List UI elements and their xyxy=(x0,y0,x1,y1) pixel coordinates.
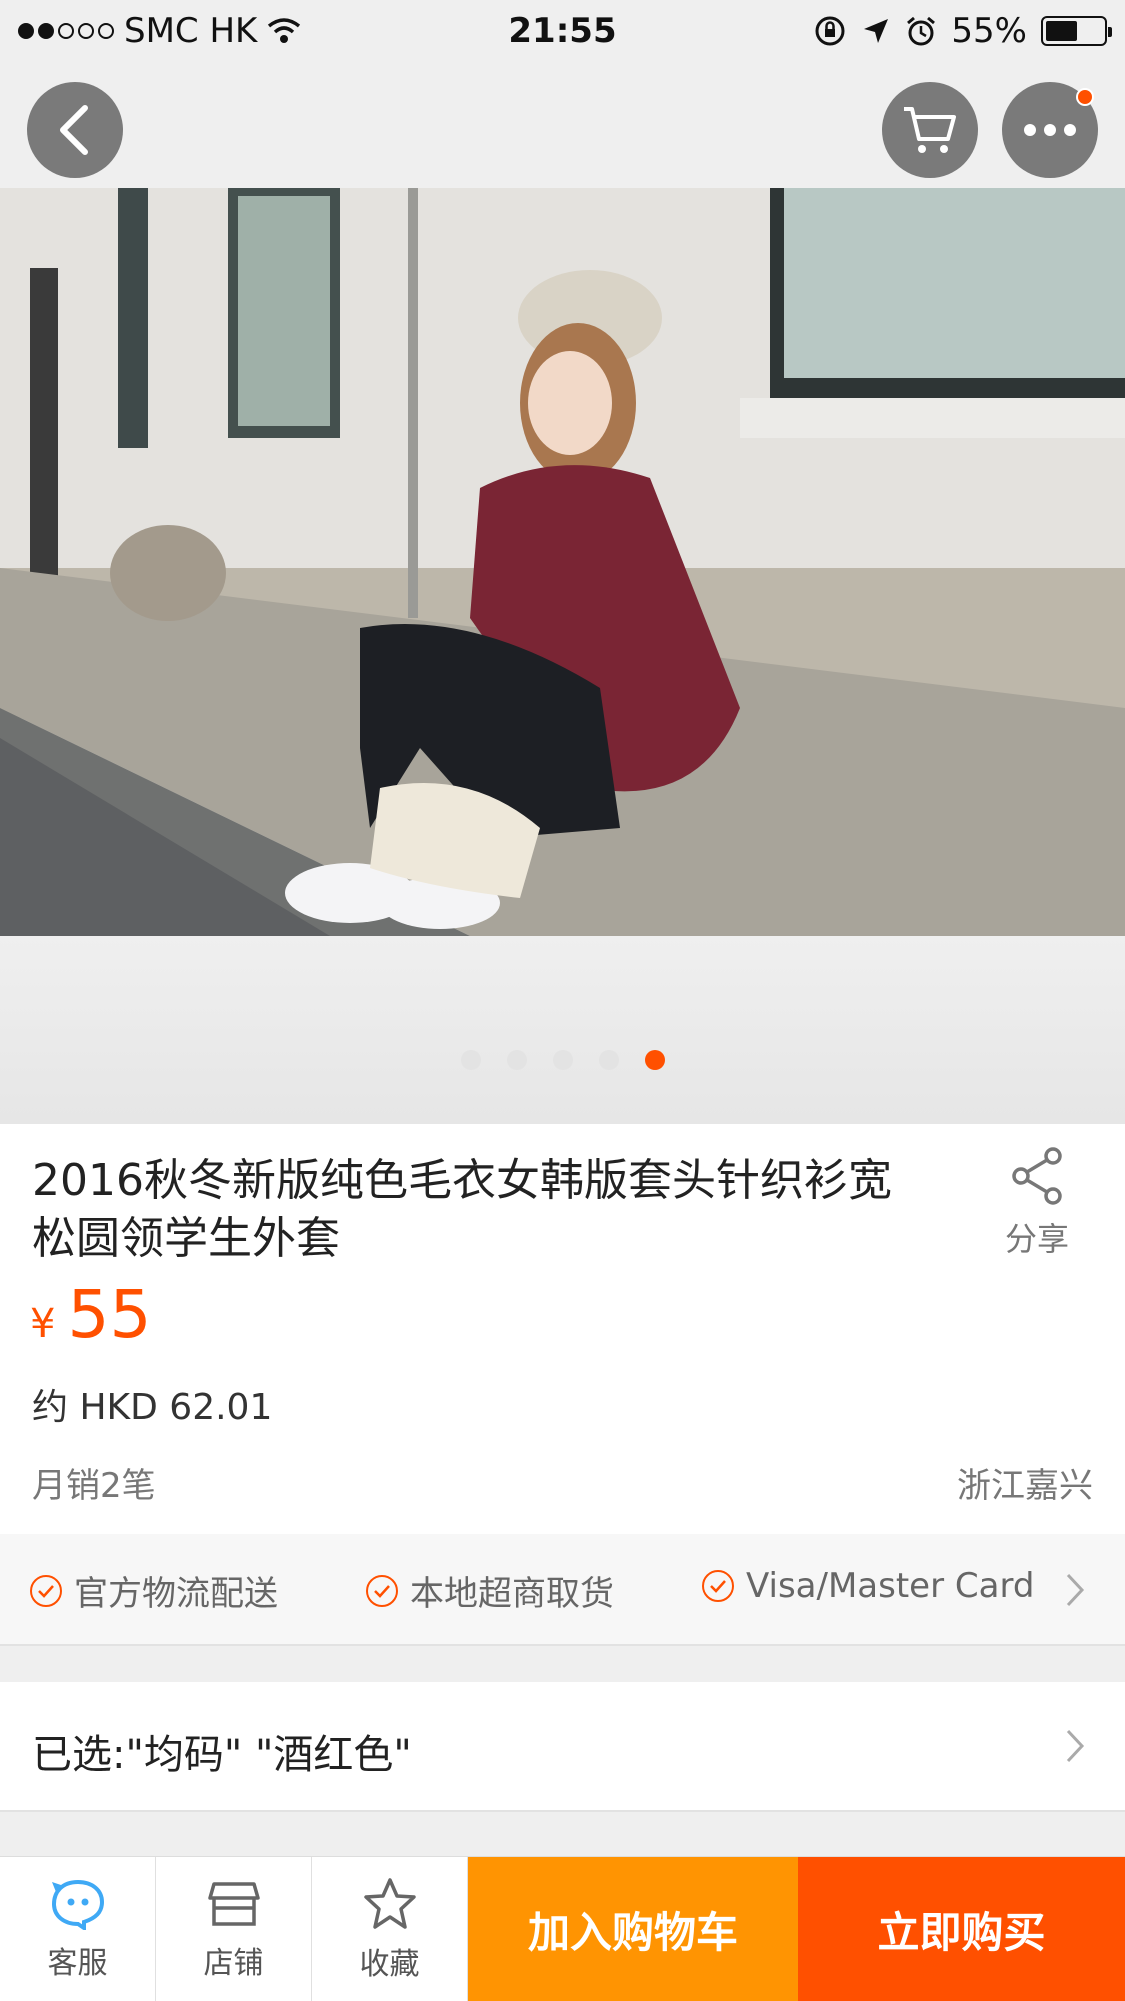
image-pager[interactable] xyxy=(0,1050,1125,1070)
favorite-button[interactable]: 收藏 xyxy=(312,1857,468,2001)
service-label: 本地超商取货 xyxy=(410,1574,614,1614)
pager-dot[interactable] xyxy=(552,1050,573,1070)
pager-dot[interactable] xyxy=(644,1050,665,1070)
alarm-icon xyxy=(907,16,936,46)
share-icon xyxy=(1012,1147,1062,1205)
back-button[interactable] xyxy=(27,82,123,178)
battery-icon xyxy=(1041,16,1112,46)
chevron-right-icon xyxy=(1066,1573,1085,1607)
shop-button[interactable]: 店铺 xyxy=(156,1857,312,2001)
notification-dot xyxy=(1076,88,1094,106)
pager-dot[interactable] xyxy=(460,1050,481,1070)
status-right: 55% xyxy=(813,11,1112,51)
product-photo[interactable] xyxy=(0,188,1125,936)
customer-service-button[interactable]: 客服 xyxy=(0,1857,156,2001)
top-nav xyxy=(0,62,1125,188)
pager-dot[interactable] xyxy=(506,1050,527,1070)
service-label: Visa/Master Card xyxy=(746,1566,1035,1606)
product-info: 2016秋冬新版纯色毛衣女韩版套头针织衫宽松圆领学生外套 分享 ¥ 55 约 H… xyxy=(0,1124,1125,1534)
more-button[interactable] xyxy=(1002,82,1098,178)
battery-percent: 55% xyxy=(951,11,1027,51)
cart-button[interactable] xyxy=(882,82,978,178)
product-image xyxy=(0,188,1125,936)
price-value: 55 xyxy=(67,1276,152,1353)
check-circle-icon xyxy=(366,1574,398,1607)
star-icon xyxy=(363,1877,416,1929)
service-item: 本地超商取货 xyxy=(366,1566,614,1615)
battery-fill xyxy=(1046,21,1077,41)
status-bar: SMC HK 21:55 55% xyxy=(0,0,1125,62)
buy-now-button[interactable]: 立即购买 xyxy=(798,1857,1125,2001)
ship-from-location: 浙江嘉兴 xyxy=(957,1466,1093,1506)
location-arrow-icon xyxy=(864,19,889,43)
favorite-label: 收藏 xyxy=(359,1946,420,1982)
rotation-lock-icon xyxy=(815,16,845,46)
product-title: 2016秋冬新版纯色毛衣女韩版套头针织衫宽松圆领学生外套 xyxy=(32,1155,892,1264)
add-to-cart-button[interactable]: 加入购物车 xyxy=(468,1857,798,2001)
share-button[interactable]: 分享 xyxy=(997,1146,1077,1260)
shop-icon xyxy=(207,1881,260,1926)
price: ¥ 55 xyxy=(30,1276,151,1353)
bottom-action-bar: 客服 店铺 收藏 加入购物车 立即购买 xyxy=(0,1856,1125,2001)
converted-price: 约 HKD 62.01 xyxy=(32,1387,273,1428)
check-circle-icon xyxy=(30,1574,62,1607)
service-item: 官方物流配送 xyxy=(30,1566,278,1615)
chevron-left-icon xyxy=(60,105,88,155)
shop-label: 店铺 xyxy=(203,1945,264,1981)
check-circle-icon xyxy=(702,1570,734,1602)
chevron-right-icon xyxy=(1066,1729,1085,1763)
pager-dot[interactable] xyxy=(598,1050,619,1070)
customer-service-icon xyxy=(51,1879,104,1930)
service-item: Visa/Master Card xyxy=(702,1566,1034,1606)
variant-selection-row[interactable]: 已选:"均码" "酒红色" xyxy=(0,1682,1125,1812)
service-label: 官方物流配送 xyxy=(74,1574,278,1614)
more-icon xyxy=(1024,124,1076,136)
currency-symbol: ¥ xyxy=(30,1301,56,1347)
selected-variant-text: 已选:"均码" "酒红色" xyxy=(32,1732,412,1778)
gallery-strip xyxy=(0,936,1125,1124)
monthly-sales: 月销2笔 xyxy=(32,1466,156,1506)
customer-service-label: 客服 xyxy=(47,1945,108,1981)
services-row[interactable]: 官方物流配送 本地超商取货 Visa/Master Card xyxy=(0,1534,1125,1646)
share-label: 分享 xyxy=(1004,1220,1069,1258)
cart-icon xyxy=(904,107,956,153)
product-detail-page: SMC HK 21:55 55% 2016秋冬新版纯色毛衣女韩版套头针织衫宽松圆… xyxy=(0,0,1125,2001)
